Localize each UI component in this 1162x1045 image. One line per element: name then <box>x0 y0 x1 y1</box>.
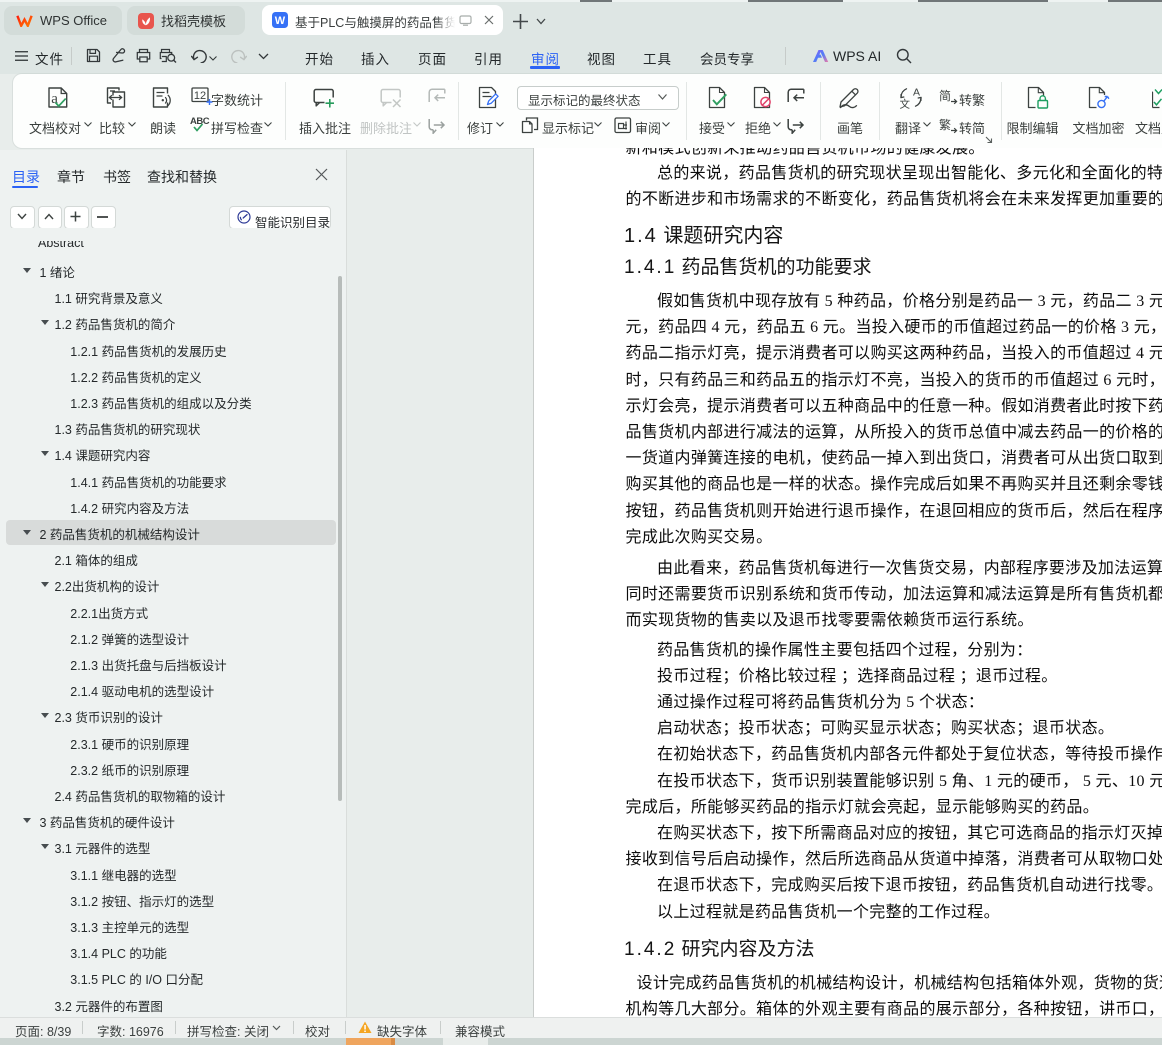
svg-text:文: 文 <box>900 98 911 110</box>
svg-text:12: 12 <box>194 90 206 102</box>
svg-text:简: 简 <box>939 89 951 103</box>
svg-text:繁: 繁 <box>939 117 951 132</box>
svg-text:W: W <box>275 15 286 27</box>
svg-text:A: A <box>913 87 920 99</box>
svg-text:ABC: ABC <box>190 116 210 127</box>
